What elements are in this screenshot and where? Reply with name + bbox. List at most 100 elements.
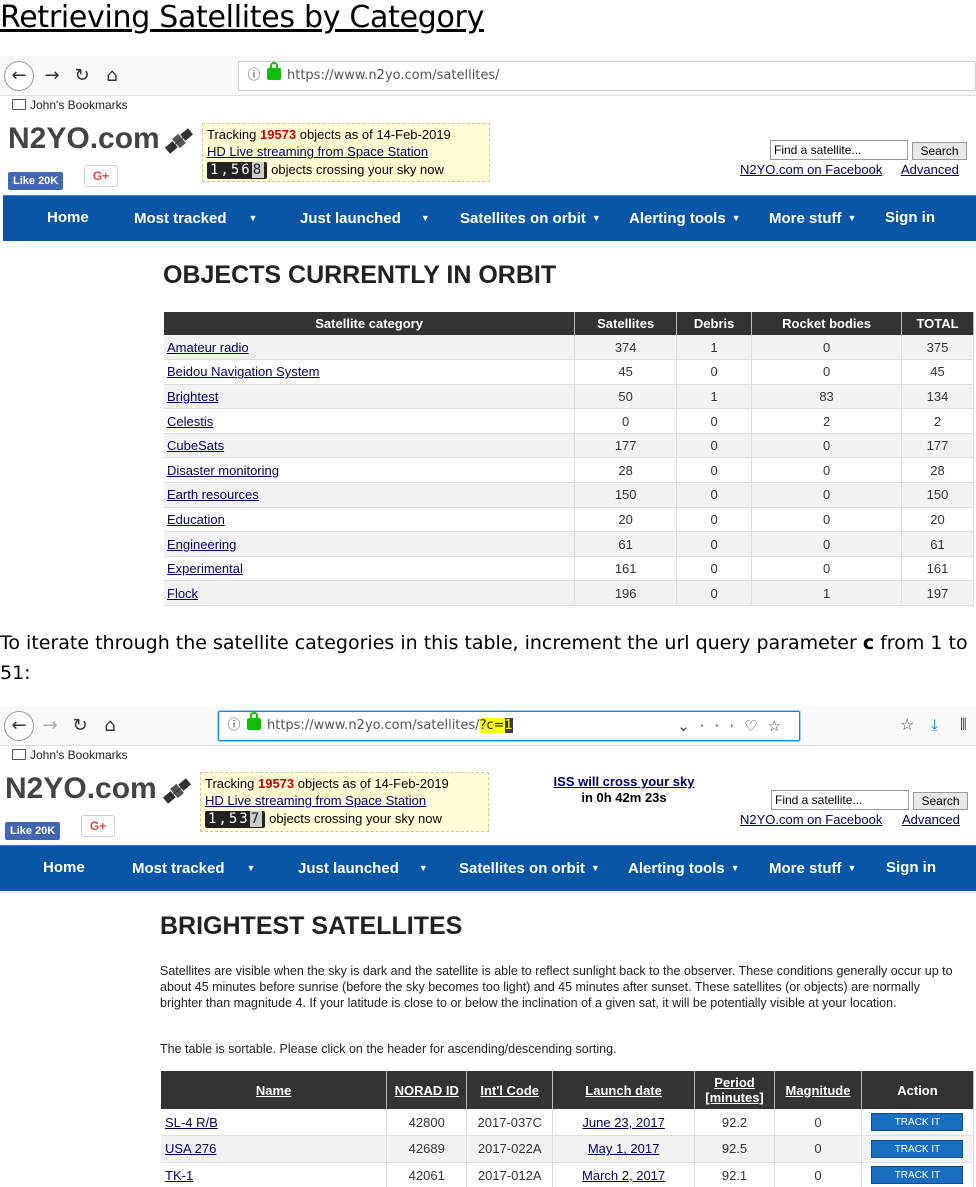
search-input[interactable]: Find a satellite... [771, 790, 909, 810]
menu-just-launched[interactable]: Just launched ▼ [298, 846, 428, 890]
category-link[interactable]: Flock [167, 586, 198, 601]
category-link[interactable]: Amateur radio [167, 340, 249, 355]
column-header-launch-date[interactable]: Launch date [552, 1071, 696, 1109]
search-input[interactable]: Find a satellite... [770, 140, 908, 160]
home-icon[interactable]: ⌂ [98, 62, 126, 90]
browser-toolbar: ← → ↻ ⌂ ⓘ https://www.n2yo.com/satellites… [0, 56, 976, 96]
launch-date-link[interactable]: May 1, 2017 [588, 1141, 660, 1156]
table-header-row: Satellite category Satellites Debris Roc… [164, 312, 974, 335]
menu-more-stuff[interactable]: More stuff ▼ [769, 196, 856, 240]
category-link[interactable]: Earth resources [167, 487, 259, 502]
main-menu: Home Most tracked ▼ Just launched ▼ Satell… [3, 195, 976, 241]
browser-toolbar: ← → ↻ ⌂ ⓘ https://www.n2yo.com/satellites… [0, 706, 976, 746]
count-cell: 45 [574, 359, 678, 385]
column-header-norad[interactable]: NORAD ID [386, 1071, 468, 1109]
google-plus-button[interactable]: G+ [84, 165, 118, 187]
menu-satellites-on-orbit[interactable]: Satellites on orbit ▼ [460, 196, 601, 240]
lock-icon [267, 62, 281, 80]
table-row: Education 20 0 0 20 [164, 507, 974, 533]
home-icon[interactable]: ⌂ [96, 712, 124, 740]
menu-most-tracked[interactable]: Most tracked ▼ [132, 846, 255, 890]
info-icon[interactable]: ⓘ [225, 712, 243, 740]
menu-sign-in[interactable]: Sign in [885, 196, 935, 240]
launch-date-link[interactable]: June 23, 2017 [582, 1115, 664, 1130]
site-logo[interactable]: N2YO.com [5, 772, 157, 806]
library-star-icon[interactable]: ☆ [900, 715, 914, 734]
category-link[interactable]: Disaster monitoring [167, 463, 279, 478]
caret-down-icon: ▼ [591, 213, 601, 223]
back-arrow-icon[interactable]: ← [4, 711, 34, 741]
count-cell: 0 [676, 433, 753, 459]
main-menu: Home Most tracked ▼ Just launched ▼ Satell… [0, 845, 976, 891]
menu-home[interactable]: Home [43, 846, 85, 890]
bookmarks-label[interactable]: John's Bookmarks [30, 748, 128, 762]
iss-link[interactable]: ISS will cross your sky [540, 774, 708, 790]
reload-icon[interactable]: ↻ [68, 62, 96, 90]
track-it-button[interactable]: TRACK IT [871, 1166, 964, 1185]
count-cell: 196 [574, 580, 678, 607]
download-icon[interactable]: ⤓ [931, 715, 938, 735]
library-icon[interactable]: ⫴ [960, 715, 967, 735]
column-header-intl-code[interactable]: Int'l Code [466, 1071, 554, 1109]
bookmark-star-icon[interactable]: ☆ [768, 717, 791, 735]
menu-most-tracked[interactable]: Most tracked ▼ [134, 196, 257, 240]
column-header-magnitude[interactable]: Magnitude [774, 1071, 862, 1109]
column-header: Debris [676, 312, 753, 335]
advanced-link[interactable]: Advanced [902, 812, 960, 827]
action-cell: TRACK IT [861, 1162, 975, 1187]
menu-alerting-tools[interactable]: Alerting tools ▼ [628, 846, 740, 890]
facebook-link[interactable]: N2YO.com on Facebook [740, 812, 882, 827]
address-bar[interactable]: ⓘ https://www.n2yo.com/satellites/ [238, 61, 976, 91]
caret-down-icon: ▼ [847, 213, 857, 223]
search-button[interactable]: Search [913, 792, 968, 810]
more-icon[interactable]: ··· [700, 717, 744, 735]
advanced-link[interactable]: Advanced [901, 162, 959, 177]
menu-alerting-tools[interactable]: Alerting tools ▼ [629, 196, 741, 240]
google-plus-button[interactable]: G+ [81, 815, 115, 837]
satellite-link[interactable]: USA 276 [165, 1141, 216, 1156]
table-row: CubeSats 177 0 0 177 [164, 433, 974, 459]
launch-date-link[interactable]: March 2, 2017 [582, 1168, 665, 1183]
back-arrow-icon[interactable]: ← [4, 61, 34, 91]
orbit-table: Satellite category Satellites Debris Roc… [164, 312, 974, 607]
name-cell: USA 276 [161, 1135, 388, 1163]
menu-home[interactable]: Home [47, 196, 89, 240]
satellite-link[interactable]: TK-1 [165, 1168, 193, 1183]
count-cell: 0 [676, 408, 753, 434]
forward-arrow-icon[interactable]: → [36, 712, 64, 740]
category-link[interactable]: Brightest [167, 389, 218, 404]
hd-live-link[interactable]: HD Live streaming from Space Station [207, 144, 428, 159]
category-link[interactable]: Experimental [167, 561, 243, 576]
site-logo[interactable]: N2YO.com [8, 122, 160, 156]
value-cell: 0 [774, 1109, 862, 1136]
satellite-link[interactable]: SL-4 R/B [165, 1115, 218, 1130]
reload-icon[interactable]: ↻ [66, 712, 94, 740]
column-header-name[interactable]: Name [161, 1071, 388, 1109]
forward-arrow-icon[interactable]: → [38, 62, 66, 90]
page-title: BRIGHTEST SATELLITES [160, 912, 463, 940]
count-cell: 28 [574, 457, 678, 484]
track-it-button[interactable]: TRACK IT [871, 1139, 964, 1158]
chevron-down-icon[interactable]: ⌄ [677, 717, 700, 735]
hd-live-link[interactable]: HD Live streaming from Space Station [205, 793, 426, 808]
pocket-icon[interactable]: ♡ [744, 717, 767, 735]
bookmarks-label[interactable]: John's Bookmarks [30, 98, 128, 112]
info-icon[interactable]: ⓘ [245, 62, 263, 90]
address-bar[interactable]: ⓘ https://www.n2yo.com/satellites/?c=1 ⌄·… [218, 711, 800, 741]
category-link[interactable]: CubeSats [167, 438, 224, 453]
lock-icon [247, 712, 261, 730]
search-button[interactable]: Search [912, 142, 967, 160]
category-link[interactable]: Celestis [167, 414, 213, 429]
track-it-button[interactable]: TRACK IT [871, 1113, 964, 1131]
category-link[interactable]: Engineering [167, 537, 236, 552]
column-header-period[interactable]: Period [minutes] [694, 1071, 775, 1109]
facebook-like-button[interactable]: Like 20K [5, 822, 61, 840]
menu-just-launched[interactable]: Just launched ▼ [300, 196, 430, 240]
category-link[interactable]: Beidou Navigation System [167, 364, 319, 379]
facebook-link[interactable]: N2YO.com on Facebook [740, 162, 882, 177]
menu-sign-in[interactable]: Sign in [886, 846, 936, 890]
menu-more-stuff[interactable]: More stuff ▼ [769, 846, 856, 890]
facebook-like-button[interactable]: Like 20K [8, 172, 64, 190]
menu-satellites-on-orbit[interactable]: Satellites on orbit ▼ [459, 846, 600, 890]
category-link[interactable]: Education [167, 512, 225, 527]
